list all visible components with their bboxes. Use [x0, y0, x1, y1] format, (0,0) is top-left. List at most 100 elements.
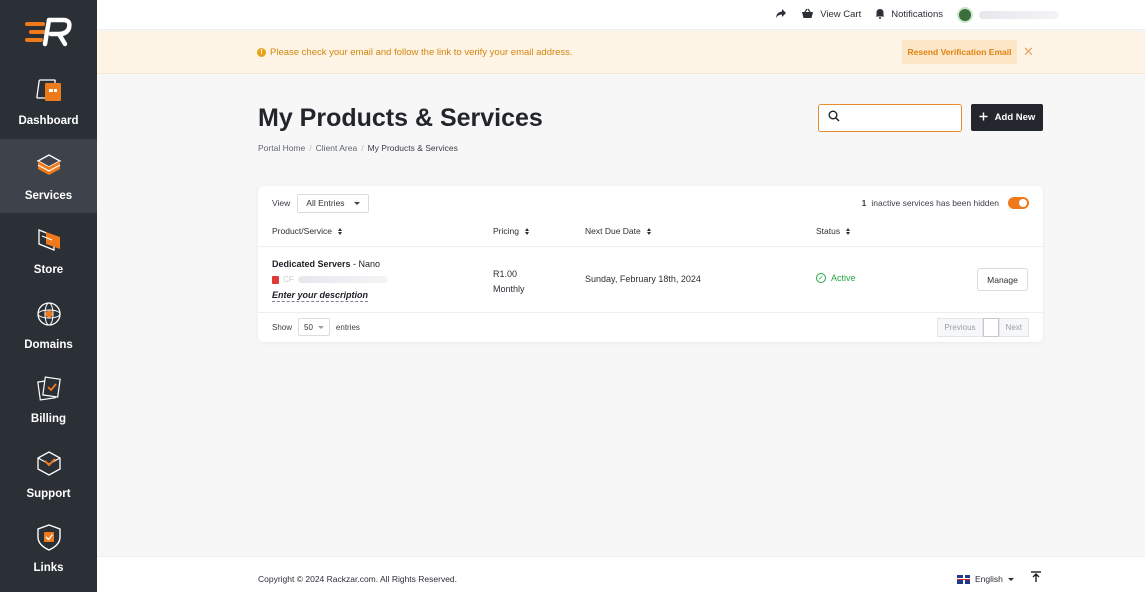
status-badge: ✓ Active — [816, 273, 856, 283]
breadcrumb-current: My Products & Services — [367, 143, 458, 153]
column-header-pricing[interactable]: Pricing — [493, 226, 529, 236]
product-plan: - Nano — [350, 259, 381, 269]
breadcrumb: Portal Home / Client Area / My Products … — [258, 143, 458, 153]
product-group: Dedicated Servers — [272, 259, 351, 269]
sort-icon — [846, 227, 851, 235]
breadcrumb-client-area[interactable]: Client Area — [316, 143, 358, 153]
caret-down-icon — [317, 325, 324, 329]
billing-cycle: Monthly — [493, 284, 525, 294]
hidden-count: 1 — [861, 198, 867, 208]
store-icon — [34, 224, 64, 254]
sidebar-item-links[interactable]: Links — [0, 511, 97, 586]
dashboard-icon — [34, 75, 64, 105]
sidebar-item-services[interactable]: Services — [0, 138, 97, 213]
breadcrumb-portal-home[interactable]: Portal Home — [258, 143, 305, 153]
table-toolbar: View All Entries 1 inactive services has… — [272, 192, 1029, 214]
sidebar-item-support[interactable]: Support — [0, 437, 97, 512]
sidebar-item-label: Links — [33, 562, 64, 575]
sidebar-item-domains[interactable]: Domains — [0, 288, 97, 363]
sort-icon — [646, 227, 651, 235]
price-amount: R1.00 — [493, 269, 518, 279]
breadcrumb-separator: / — [361, 143, 364, 153]
sidebar-item-billing[interactable]: Billing — [0, 362, 97, 437]
view-cart-link[interactable]: View Cart — [801, 8, 861, 22]
rackzar-logo[interactable] — [0, 0, 97, 64]
page-size-select[interactable]: 50 — [298, 318, 330, 336]
sidebar-item-label: Domains — [24, 338, 73, 351]
view-cart-label: View Cart — [820, 9, 862, 20]
previous-page-button[interactable]: Previous — [937, 317, 983, 337]
username-redacted — [979, 10, 1059, 19]
sidebar-item-store[interactable]: Store — [0, 213, 97, 288]
bell-icon — [875, 8, 885, 22]
row-divider — [258, 312, 1043, 313]
hidden-services-note: 1 inactive services has been hidden — [862, 197, 1029, 209]
warning-icon: ! — [257, 47, 266, 57]
table-footer: Show 50 entries Previous Next — [272, 317, 1029, 337]
share-button[interactable] — [775, 8, 787, 22]
notifications-link[interactable]: Notifications — [875, 8, 943, 22]
add-new-label: Add New — [994, 112, 1036, 123]
alert-message: Please check your email and follow the l… — [270, 46, 573, 58]
ip-redacted — [297, 276, 388, 283]
hidden-note-text: inactive services has been hidden — [871, 198, 999, 208]
footer: Copyright © 2024 Rackzar.com. All Rights… — [97, 556, 1145, 592]
column-header-status[interactable]: Status — [816, 226, 851, 236]
user-menu[interactable] — [957, 6, 1059, 23]
sidebar-item-label: Services — [24, 189, 73, 202]
column-header-next-due[interactable]: Next Due Date — [585, 226, 651, 236]
page-title: My Products & Services — [258, 104, 543, 132]
description-edit-link[interactable]: Enter your description — [272, 290, 369, 302]
sidebar-item-dashboard[interactable]: Dashboard — [0, 64, 97, 139]
avatar — [957, 6, 973, 23]
links-icon — [34, 522, 64, 552]
search-box[interactable] — [818, 104, 962, 132]
sort-icon — [524, 227, 529, 235]
sort-icon — [338, 227, 342, 235]
ip-prefix: CF — [283, 275, 294, 284]
next-page-button[interactable]: Next — [998, 317, 1029, 337]
uk-flag-icon — [957, 574, 970, 584]
check-circle-icon: ✓ — [816, 273, 826, 283]
pagination: Previous Next — [937, 317, 1029, 337]
show-label: Show — [272, 322, 293, 332]
plus-icon — [979, 112, 988, 124]
current-page-button[interactable] — [982, 317, 999, 337]
caret-down-icon — [353, 201, 360, 205]
lock-icon — [272, 275, 279, 284]
language-label: English — [975, 574, 1003, 584]
column-header-product[interactable]: Product/Service — [272, 226, 342, 236]
column-header-label: Pricing — [493, 226, 519, 236]
caret-down-icon — [1007, 577, 1014, 581]
pricing-cell: R1.00 Monthly — [493, 267, 525, 297]
product-ip: CF — [272, 275, 388, 284]
search-input[interactable] — [850, 113, 950, 123]
add-new-button[interactable]: Add New — [971, 104, 1043, 131]
sidebar-item-label: Billing — [30, 413, 67, 426]
sidebar-item-label: Support — [26, 487, 71, 500]
entries-label: entries — [335, 322, 360, 332]
manage-button[interactable]: Manage — [977, 268, 1028, 291]
notifications-label: Notifications — [891, 9, 943, 20]
view-filter-select[interactable]: All Entries — [297, 193, 369, 213]
view-label: View — [272, 198, 291, 208]
verify-email-alert: ! Please check your email and follow the… — [97, 31, 1145, 74]
column-header-label: Product/Service — [272, 226, 332, 236]
next-due-date: Sunday, February 18th, 2024 — [585, 274, 701, 284]
product-name[interactable]: Dedicated Servers - Nano — [272, 259, 380, 269]
language-selector[interactable]: English — [957, 574, 1014, 584]
copyright-text: Copyright © 2024 Rackzar.com. All Rights… — [258, 574, 458, 584]
topbar: View Cart Notifications — [97, 0, 1145, 30]
basket-icon — [801, 8, 814, 22]
column-header-label: Next Due Date — [585, 226, 641, 236]
search-icon — [828, 109, 840, 127]
share-arrow-icon — [775, 8, 787, 22]
breadcrumb-separator: / — [309, 143, 312, 153]
scroll-to-top-button[interactable] — [1030, 570, 1042, 588]
resend-verification-button[interactable]: Resend Verification Email — [902, 40, 1017, 64]
close-icon[interactable]: ✕ — [1023, 44, 1034, 60]
status-label: Active — [831, 273, 856, 283]
show-inactive-toggle[interactable] — [1008, 197, 1029, 209]
page-size-value: 50 — [304, 322, 313, 332]
services-table-card: View All Entries 1 inactive services has… — [258, 186, 1043, 342]
